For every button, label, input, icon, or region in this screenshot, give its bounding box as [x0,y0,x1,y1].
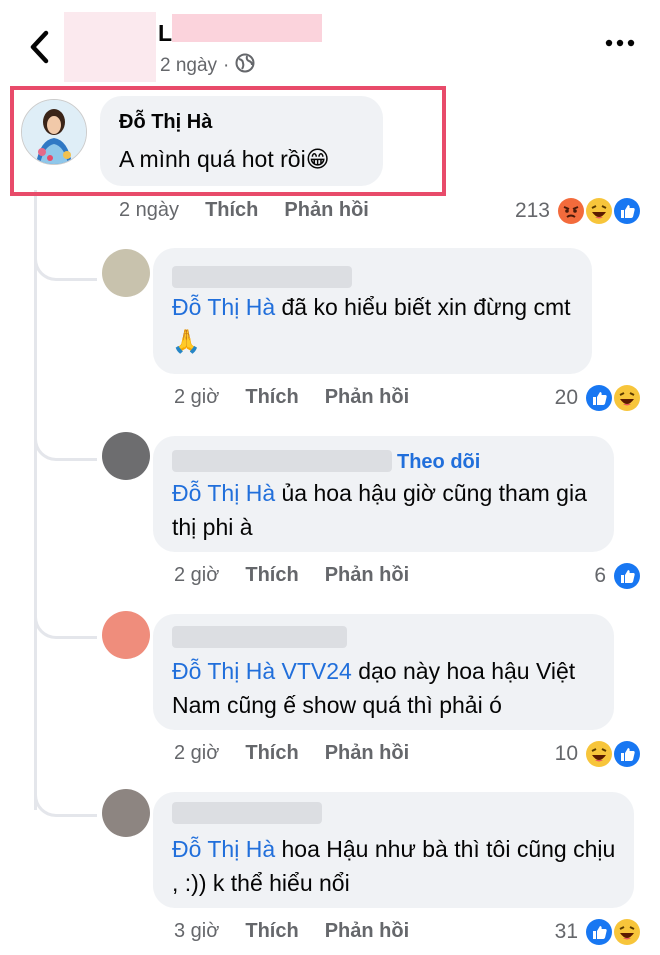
reply-bubble[interactable]: Đỗ Thị Hà hoa Hậu như bà thì tôi cũng ch… [153,792,634,908]
reply-button[interactable]: Phản hồi [325,564,409,587]
mention-link[interactable]: Đỗ Thị Hà [172,294,275,320]
reaction-count[interactable]: 20 [530,386,578,410]
like-button[interactable]: Thích [245,386,298,409]
like-button[interactable]: Thích [245,920,298,943]
comment-time: 2 ngày [119,199,180,221]
like-reaction-icon [584,383,614,413]
reply-text: Đỗ Thị Hà đã ko hiểu biết xin đừng cmt 🙏 [172,294,571,354]
reply-text: Đỗ Thị Hà ủa hoa hậu giờ cũng tham gia t… [172,480,587,540]
reply-time: 3 giờ [174,920,220,942]
reply-avatar[interactable] [102,249,150,297]
comment-actions: 2 ngày Thích Phản hồi [119,199,369,222]
reply-bubble[interactable]: Đỗ Thị Hà VTV24 dạo này hoa hậu Việt Nam… [153,614,614,730]
thread-connector [34,416,97,461]
globe-icon [235,53,255,79]
reply-time: 2 giờ [174,564,220,586]
reaction-count[interactable]: 213 [500,199,550,223]
reply-author-redacted [172,626,347,648]
reply-avatar[interactable] [102,432,150,480]
reply-actions: 2 giờ Thích Phản hồi [174,564,409,587]
back-arrow-icon[interactable] [26,30,56,64]
mention-link[interactable]: Đỗ Thị Hà [172,836,275,862]
reply-text: Đỗ Thị Hà VTV24 dạo này hoa hậu Việt Nam… [172,658,576,718]
reply-button[interactable]: Phản hồi [325,386,409,409]
meta-separator: · [223,55,230,76]
haha-reaction-icon [584,196,614,226]
reply-actions: 2 giờ Thích Phản hồi [174,386,409,409]
reply-avatar[interactable] [102,611,150,659]
reply-bubble[interactable]: Đỗ Thị Hà đã ko hiểu biết xin đừng cmt 🙏 [153,248,592,374]
reply-author-redacted [172,450,392,472]
like-button[interactable]: Thích [245,742,298,765]
reaction-count[interactable]: 10 [530,742,578,766]
reply-time: 2 giờ [174,386,220,408]
reply-button[interactable]: Phản hồi [284,199,368,222]
haha-reaction-icon [612,917,642,947]
reply-actions: 3 giờ Thích Phản hồi [174,920,409,943]
like-reaction-icon [612,196,642,226]
reply-time: 2 giờ [174,742,220,764]
highlight-box [10,86,446,196]
follow-button[interactable]: Theo dõi [397,451,480,474]
thread-line [34,190,37,810]
like-reaction-icon [612,739,642,769]
like-button[interactable]: Thích [245,564,298,587]
poster-name-redacted [172,14,322,42]
reaction-count[interactable]: 31 [532,920,578,944]
reply-text: Đỗ Thị Hà hoa Hậu như bà thì tôi cũng ch… [172,836,616,896]
reaction-count[interactable]: 6 [570,564,606,588]
mention-link[interactable]: Đỗ Thị Hà VTV24 [172,658,352,684]
like-reaction-icon [584,917,614,947]
poster-avatar[interactable] [64,12,156,82]
reply-author-redacted [172,266,352,288]
thread-connector [34,594,97,639]
reply-button[interactable]: Phản hồi [325,920,409,943]
angry-reaction-icon [556,196,586,226]
like-button[interactable]: Thích [205,199,258,222]
thread-connector [34,772,97,817]
haha-reaction-icon [612,383,642,413]
reply-button[interactable]: Phản hồi [325,742,409,765]
post-meta: 2 ngày · [160,53,255,79]
mention-link[interactable]: Đỗ Thị Hà [172,480,275,506]
reply-bubble[interactable]: Theo dõi Đỗ Thị Hà ủa hoa hậu giờ cũng t… [153,436,614,552]
like-reaction-icon [612,561,642,591]
reply-author-redacted [172,802,322,824]
thread-connector [34,236,97,281]
poster-name[interactable]: L [158,20,172,47]
post-time: 2 ngày [160,55,218,76]
reply-actions: 2 giờ Thích Phản hồi [174,742,409,765]
more-options-icon[interactable] [604,36,636,50]
reply-avatar[interactable] [102,789,150,837]
haha-reaction-icon [584,739,614,769]
